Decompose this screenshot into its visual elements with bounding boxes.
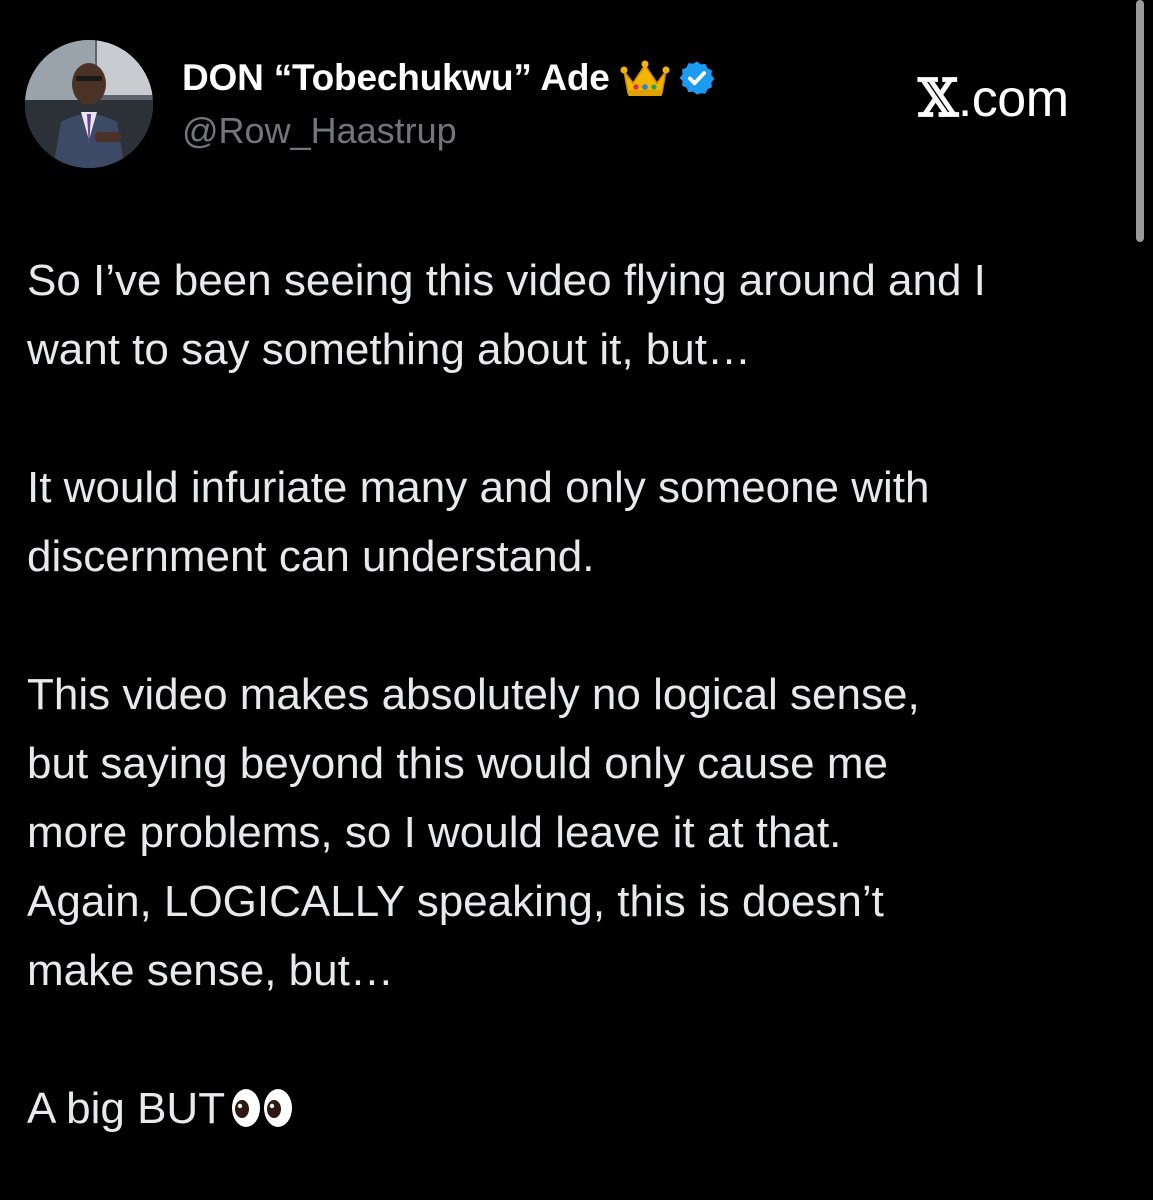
tweet-text: So I’ve been seeing this video flying ar… xyxy=(27,246,1127,1143)
eyes-icon xyxy=(231,1080,293,1127)
x-com-brand: 𝕏.com xyxy=(918,68,1069,129)
scrollbar[interactable] xyxy=(1136,0,1144,242)
handle[interactable]: @Row_Haastrup xyxy=(182,110,882,152)
tweet-paragraph: This video makes absolutely no logical s… xyxy=(27,670,920,995)
x-logo-icon: 𝕏 xyxy=(918,68,958,129)
tweet-paragraph-last: A big BUT xyxy=(27,1074,1127,1143)
avatar[interactable] xyxy=(25,40,153,168)
name-row: DON “Tobechukwu” Ade xyxy=(182,54,882,102)
brand-domain: .com xyxy=(957,70,1069,128)
crown-icon xyxy=(620,57,670,99)
tweet-paragraph-text: A big BUT xyxy=(27,1084,226,1133)
display-name[interactable]: DON “Tobechukwu” Ade xyxy=(182,57,610,99)
tweet-paragraph: So I’ve been seeing this video flying ar… xyxy=(27,256,986,374)
verified-badge-icon xyxy=(678,59,716,97)
tweet-header: DON “Tobechukwu” Ade @Row_Haastrup 𝕏.com xyxy=(25,40,1125,170)
tweet-paragraph: It would infuriate many and only someone… xyxy=(27,463,930,581)
author-block[interactable]: DON “Tobechukwu” Ade @Row_Haastrup xyxy=(182,54,882,152)
